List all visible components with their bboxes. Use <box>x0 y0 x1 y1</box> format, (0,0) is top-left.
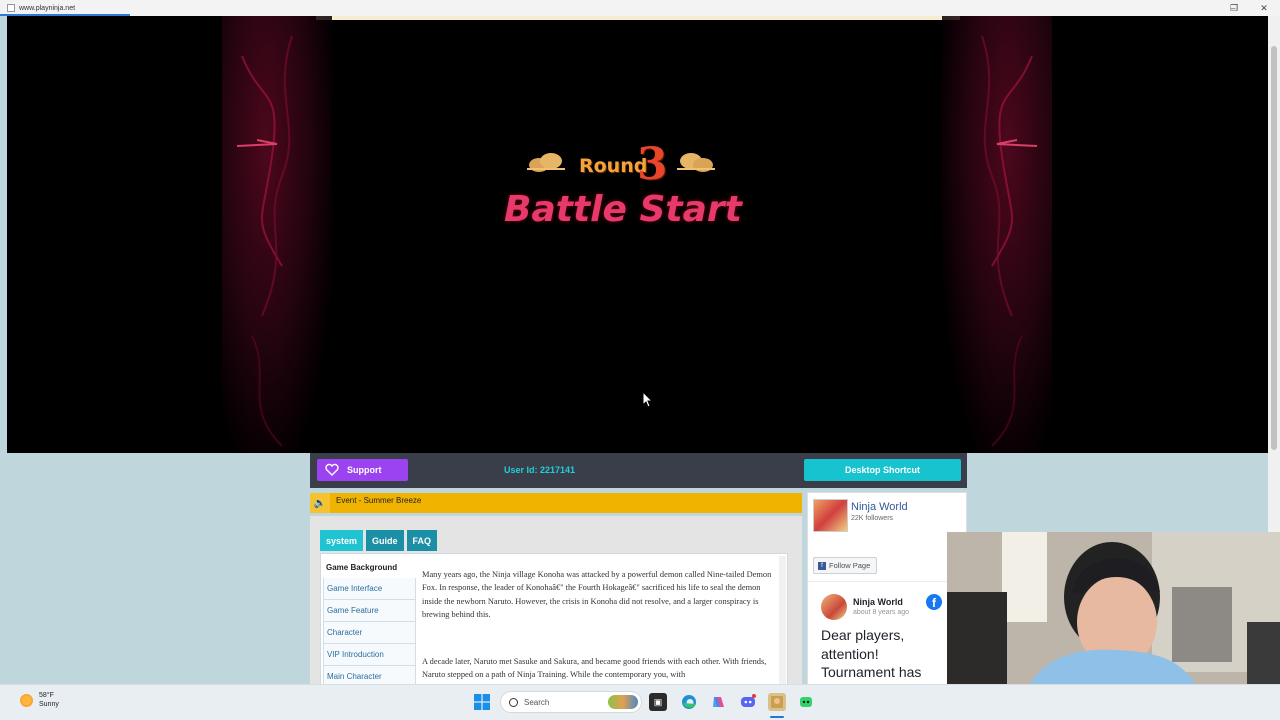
post-text: Dear players, attention! Tournament has <box>821 627 922 680</box>
guide-scrollbar[interactable] <box>779 556 786 684</box>
speaker-icon[interactable]: 🔈 <box>310 493 330 513</box>
action-bar: Support User Id: 2217141 Desktop Shortcu… <box>310 453 967 488</box>
right-curtain-decoration <box>942 16 1052 453</box>
fb-followers: 22K followers <box>851 515 894 522</box>
fb-divider <box>808 581 966 582</box>
tab-system[interactable]: system <box>320 530 364 551</box>
facebook-widget: Ninja World 22K followers f Follow Page … <box>807 492 967 684</box>
support-label: Support <box>347 465 382 475</box>
cloud-right-icon <box>677 153 715 172</box>
guide-tabs: system Guide FAQ <box>320 530 438 551</box>
desktop-shortcut-button[interactable]: Desktop Shortcut <box>804 459 961 481</box>
follow-page-button[interactable]: f Follow Page <box>813 557 878 574</box>
edge-browser-icon[interactable] <box>680 693 698 711</box>
title-bar: www.playninja.net – ❐ ✕ <box>0 0 1280 16</box>
close-icon[interactable]: ✕ <box>1249 0 1279 16</box>
search-icon <box>509 697 518 707</box>
search-placeholder: Search <box>524 697 550 707</box>
battle-start-text: Battle Start <box>504 189 742 230</box>
copilot-icon[interactable] <box>710 693 728 711</box>
fb-page-name[interactable]: Ninja World <box>851 501 908 513</box>
support-button[interactable]: Support <box>317 459 408 481</box>
event-bar: 🔈 Event - Summer Breeze <box>310 493 802 513</box>
facebook-logo-icon[interactable]: f <box>926 594 942 610</box>
guide-side-menu: Game Background Game Interface Game Feat… <box>323 556 416 684</box>
post-avatar[interactable] <box>821 594 847 620</box>
active-app-indicator <box>770 716 784 718</box>
side-item-main-character[interactable]: Main Character <box>323 666 416 684</box>
post-time[interactable]: about 8 years ago <box>853 609 909 616</box>
android-app-icon[interactable] <box>797 693 815 711</box>
round-number: 3 <box>637 139 668 190</box>
heart-icon <box>325 463 339 476</box>
guide-content: Game Background Game Interface Game Feat… <box>320 553 788 684</box>
user-id-text: User Id: 2217141 <box>504 465 576 475</box>
weather-widget[interactable]: 58°F Sunny <box>20 691 59 709</box>
tab-faq[interactable]: FAQ <box>406 530 438 551</box>
search-highlight-image <box>608 695 638 709</box>
side-item-game-interface[interactable]: Game Interface <box>323 578 416 600</box>
taskbar: 58°F Sunny Search ▣ <box>0 684 1280 720</box>
round-banner: Round 3 <box>527 139 737 191</box>
game-canvas[interactable]: Round 3 Battle Start <box>7 16 1268 453</box>
taskbar-search[interactable]: Search <box>500 691 642 713</box>
guide-paragraph: Many years ago, the Ninja village Konoha… <box>422 570 772 619</box>
start-menu-icon[interactable] <box>473 693 491 711</box>
tab-guide[interactable]: Guide <box>366 530 404 551</box>
weather-condition: Sunny <box>39 701 59 708</box>
weather-temperature: 58°F <box>39 692 54 699</box>
event-label[interactable]: Event - Summer Breeze <box>336 496 421 505</box>
guide-panel: system Guide FAQ Game Background Game In… <box>310 516 802 684</box>
facebook-f-icon: f <box>818 561 826 570</box>
follow-page-label: Follow Page <box>829 561 871 570</box>
left-curtain-decoration <box>222 16 332 453</box>
scrollbar-thumb[interactable] <box>1271 46 1277 450</box>
cloud-left-icon <box>527 153 565 172</box>
discord-icon[interactable] <box>739 693 757 711</box>
sun-icon <box>20 693 33 707</box>
side-item-character[interactable]: Character <box>323 622 416 644</box>
guide-paragraph: A decade later, Naruto met Sasuke and Sa… <box>422 657 767 680</box>
game-app-icon[interactable] <box>768 693 786 711</box>
guide-article: Many years ago, the Ninja village Konoha… <box>422 568 778 684</box>
task-view-icon[interactable]: ▣ <box>649 693 667 711</box>
page-url: www.playninja.net <box>19 4 76 12</box>
restore-icon[interactable]: ❐ <box>1219 0 1249 16</box>
post-author[interactable]: Ninja World <box>853 597 903 607</box>
side-item-game-background[interactable]: Game Background <box>323 556 416 578</box>
side-item-game-feature[interactable]: Game Feature <box>323 600 416 622</box>
mouse-cursor-icon <box>643 392 653 408</box>
page-favicon-icon <box>7 4 15 12</box>
game-top-strip <box>316 16 960 20</box>
side-item-vip-introduction[interactable]: VIP Introduction <box>323 644 416 666</box>
page-avatar[interactable] <box>813 499 848 532</box>
